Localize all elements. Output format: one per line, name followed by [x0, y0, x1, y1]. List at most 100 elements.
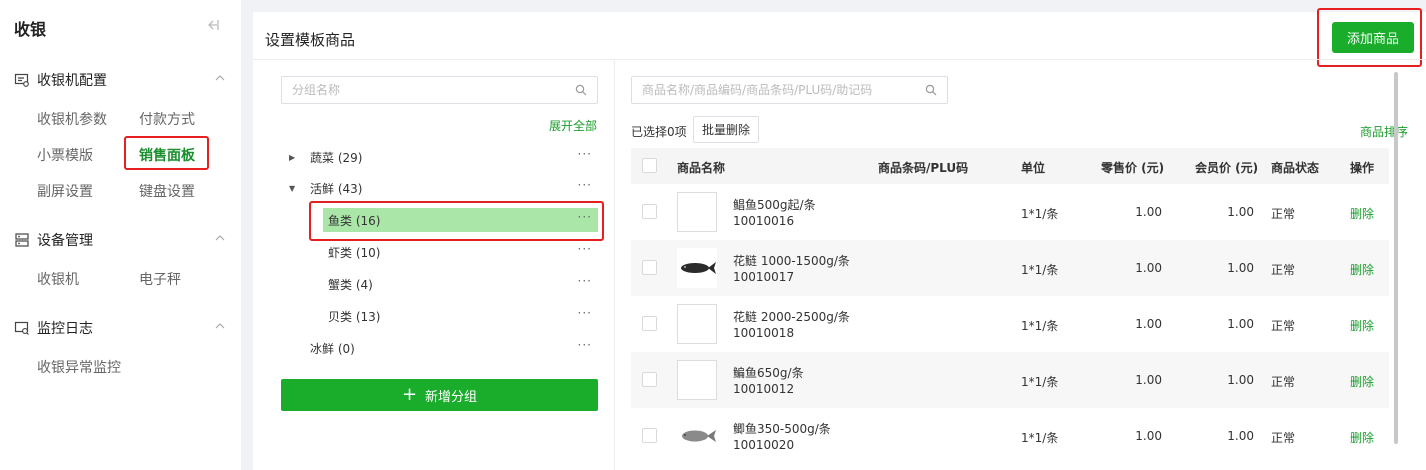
batch-delete-button[interactable]: 批量删除 [693, 116, 759, 143]
new-group-button[interactable]: + 新增分组 [281, 379, 598, 411]
fish-image [677, 416, 717, 456]
tree-node-label: 鱼类 (16) [328, 213, 381, 228]
sidebar-item-secondary-screen[interactable]: 副屏设置 [37, 181, 93, 201]
caret-down-icon[interactable]: ▼ [289, 184, 301, 193]
product-code: 10010012 [733, 382, 795, 396]
sidebar-item-sales-panel[interactable]: 销售面板 [139, 145, 195, 165]
tree-node-shellfish[interactable]: 贝类 (13) ··· [328, 304, 598, 328]
cashier-config-icon [14, 72, 30, 88]
delete-link[interactable]: 删除 [1350, 429, 1374, 446]
delete-link[interactable]: 删除 [1350, 261, 1374, 278]
product-unit: 1*1/条 [1021, 431, 1059, 445]
column-header: 商品条码/PLU码 [878, 161, 969, 175]
group-search-input[interactable] [282, 77, 566, 103]
delete-link[interactable]: 删除 [1350, 205, 1374, 222]
row-checkbox[interactable] [642, 372, 657, 387]
group-search-box [281, 76, 598, 104]
more-icon[interactable]: ··· [578, 210, 592, 224]
product-name: 鲳鱼500g起/条 [733, 198, 816, 212]
retail-price: 1.00 [1135, 373, 1162, 387]
product-unit: 1*1/条 [1021, 207, 1059, 221]
page-title: 设置模板商品 [265, 31, 356, 49]
tree-node-label: 贝类 (13) [328, 309, 381, 324]
main-panel: 设置模板商品 添加商品 展开全部 ▶ 蔬菜 (29) ··· ▼ 活鲜 (43)… [253, 8, 1426, 470]
product-name: 鳊鱼650g/条 [733, 366, 804, 380]
product-status: 正常 [1271, 207, 1296, 221]
row-checkbox[interactable] [642, 316, 657, 331]
sidebar-item-receipt-template[interactable]: 小票模版 [37, 145, 93, 165]
product-sort-link[interactable]: 商品排序 [1360, 123, 1408, 140]
tree-node-crab[interactable]: 蟹类 (4) ··· [328, 272, 598, 296]
collapse-sidebar-icon[interactable] [206, 18, 224, 34]
sidebar-item-scale[interactable]: 电子秤 [139, 269, 181, 289]
section-header-monitor-log[interactable]: 监控日志 [14, 318, 226, 338]
sidebar-item-keyboard-settings[interactable]: 键盘设置 [139, 181, 195, 201]
column-header: 零售价 (元) [1101, 161, 1165, 175]
fish-image [677, 248, 717, 288]
tree-node-live-fresh[interactable]: ▼ 活鲜 (43) ··· [289, 176, 598, 200]
section-header-cashier-config[interactable]: 收银机配置 [14, 70, 226, 90]
product-name: 花鲢 1000-1500g/条 [733, 254, 850, 268]
more-icon[interactable]: ··· [578, 274, 592, 288]
row-checkbox[interactable] [642, 260, 657, 275]
table-header: 商品名称 商品条码/PLU码 单位 零售价 (元) 会员价 (元) 商品状态 操… [631, 148, 1389, 184]
more-icon[interactable]: ··· [578, 306, 592, 320]
row-checkbox[interactable] [642, 204, 657, 219]
table-row: 鲫鱼350-500g/条 10010020 1*1/条 1.00 1.00 正常… [631, 408, 1389, 464]
caret-right-icon[interactable]: ▶ [289, 153, 301, 162]
product-status: 正常 [1271, 375, 1296, 389]
section-header-device-management[interactable]: 设备管理 [14, 230, 226, 250]
new-group-label: 新增分组 [425, 389, 478, 405]
section-label: 收银机配置 [37, 73, 107, 89]
more-icon[interactable]: ··· [578, 178, 592, 192]
search-icon[interactable] [925, 84, 937, 96]
more-icon[interactable]: ··· [578, 242, 592, 256]
member-price: 1.00 [1227, 373, 1254, 387]
column-header: 商品名称 [677, 161, 726, 175]
product-status: 正常 [1271, 431, 1296, 445]
delete-link[interactable]: 删除 [1350, 373, 1374, 390]
tree-node-frozen[interactable]: 冰鲜 (0) ··· [310, 336, 598, 360]
more-icon[interactable]: ··· [578, 338, 592, 352]
product-code: 10010018 [733, 326, 795, 340]
select-all-checkbox[interactable] [642, 158, 657, 173]
product-code: 10010020 [733, 438, 795, 452]
search-icon[interactable] [575, 84, 587, 96]
column-header: 会员价 (元) [1195, 161, 1259, 175]
selected-count: 已选择0项 [631, 125, 687, 139]
add-product-button[interactable]: 添加商品 [1332, 22, 1414, 53]
tree-node-fish[interactable]: 鱼类 (16) ··· [323, 208, 598, 232]
table-row: 鳊鱼650g/条 10010012 1*1/条 1.00 1.00 正常 删除 [631, 352, 1389, 408]
table-row: 花鲢 2000-2500g/条 10010018 1*1/条 1.00 1.00… [631, 296, 1389, 352]
expand-all-link[interactable]: 展开全部 [549, 117, 597, 134]
tree-node-vegetables[interactable]: ▶ 蔬菜 (29) ··· [289, 145, 598, 169]
monitor-log-icon [14, 320, 30, 336]
tree-node-shrimp[interactable]: 虾类 (10) ··· [328, 240, 598, 264]
tree-node-label: 活鲜 (43) [310, 181, 363, 196]
sidebar-item-cashier-machine[interactable]: 收银机 [37, 269, 79, 289]
vertical-scrollbar[interactable] [1394, 72, 1398, 444]
row-checkbox[interactable] [642, 428, 657, 443]
delete-link[interactable]: 删除 [1350, 317, 1374, 334]
sidebar-item-cashier-params[interactable]: 收银机参数 [37, 109, 107, 129]
sidebar-item-exception-monitor[interactable]: 收银异常监控 [37, 357, 121, 377]
member-price: 1.00 [1227, 317, 1254, 331]
retail-price: 1.00 [1135, 429, 1162, 443]
product-name: 花鲢 2000-2500g/条 [733, 310, 850, 324]
tree-node-label: 蟹类 (4) [328, 277, 373, 292]
more-icon[interactable]: ··· [578, 147, 592, 161]
retail-price: 1.00 [1135, 317, 1162, 331]
table-row: 鲳鱼500g起/条 10010016 1*1/条 1.00 1.00 正常 删除 [631, 184, 1389, 240]
product-name: 鲫鱼350-500g/条 [733, 422, 831, 436]
product-status: 正常 [1271, 319, 1296, 333]
chevron-up-icon [214, 232, 226, 244]
product-search-input[interactable] [632, 77, 916, 103]
table-row: 花鲢 1000-1500g/条 10010017 1*1/条 1.00 1.00… [631, 240, 1389, 296]
tree-node-label: 冰鲜 (0) [310, 341, 355, 356]
tree-node-label: 蔬菜 (29) [310, 150, 363, 165]
column-header: 单位 [1021, 161, 1046, 175]
divider [614, 60, 615, 470]
product-unit: 1*1/条 [1021, 263, 1059, 277]
sidebar-item-payment-methods[interactable]: 付款方式 [139, 109, 195, 129]
app-title: 收银 [14, 20, 47, 39]
